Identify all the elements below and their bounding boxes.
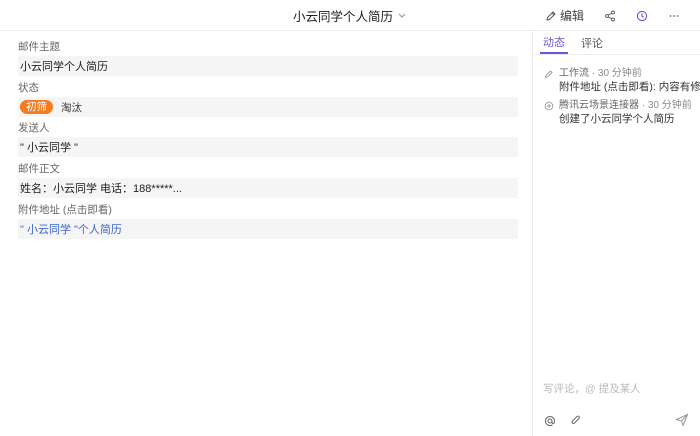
status-badge: 初筛: [20, 100, 53, 114]
status-badge: 淘汰: [61, 101, 82, 114]
field-sender: 发送人 " 小云同学 ": [18, 122, 518, 157]
activity-meta: 腾讯云场景连接器 · 30 分钟前: [559, 99, 692, 112]
header-actions: 编辑: [541, 0, 684, 31]
comment-tools: [544, 415, 582, 427]
field-value: " 小云同学 ": [20, 142, 78, 154]
top-bar: 小云同学个人简历 编辑: [0, 0, 700, 31]
clock-icon: [636, 10, 648, 22]
more-icon: [668, 10, 680, 22]
side-tabs: 动态 评论: [534, 31, 700, 55]
body-value[interactable]: 姓名：小云同学 电话：188*****...: [18, 178, 518, 198]
send-icon: [675, 413, 689, 430]
edit-button[interactable]: 编辑: [541, 5, 588, 27]
share-button[interactable]: [600, 5, 620, 27]
pencil-icon: [544, 69, 554, 79]
activity-meta: 工作流 · 30 分钟前: [559, 67, 700, 80]
field-label: 邮件正文: [18, 163, 60, 175]
more-button[interactable]: [664, 5, 684, 27]
page-title: 小云同学个人简历: [292, 10, 393, 24]
plus-circle-icon: [544, 101, 554, 111]
subject-value[interactable]: 小云同学个人简历: [18, 56, 518, 76]
edit-label: 编辑: [559, 9, 584, 23]
tab-comments[interactable]: 评论: [578, 31, 606, 54]
field-status: 状态 初筛 淘汰: [18, 82, 518, 117]
activity-text: 附件地址 (点击即看): 内容有修改: [559, 81, 700, 93]
activity-author: 腾讯云场景连接器: [559, 100, 639, 111]
field-value: 小云同学个人简历: [20, 61, 108, 73]
chevron-down-icon: [397, 11, 407, 21]
attachment-icon[interactable]: [570, 415, 582, 427]
activity-item: 工作流 · 30 分钟前 附件地址 (点击即看): 内容有修改: [544, 67, 700, 94]
activity-time: · 30 分钟前: [639, 100, 692, 111]
field-attachment: 附件地址 (点击即看) " 小云同学 "个人简历: [18, 204, 518, 239]
share-icon: [604, 10, 616, 22]
activity-item: 腾讯云场景连接器 · 30 分钟前 创建了小云同学个人简历: [544, 99, 694, 126]
field-value: 姓名：小云同学 电话：188*****...: [20, 183, 182, 195]
field-body: 邮件正文 姓名：小云同学 电话：188*****...: [18, 163, 518, 198]
field-label: 发送人: [18, 122, 50, 134]
attachment-link[interactable]: " 小云同学 "个人简历: [20, 221, 122, 237]
activity-author: 工作流: [559, 68, 589, 79]
record-detail: 邮件主题 小云同学个人简历 状态 初筛 淘汰 发送人 " 小云同学 " 邮件正文…: [0, 31, 533, 436]
sender-value[interactable]: " 小云同学 ": [18, 137, 518, 157]
pencil-icon: [545, 10, 557, 22]
field-label: 附件地址 (点击即看): [18, 204, 112, 216]
field-label: 状态: [18, 82, 39, 94]
activity-time: · 30 分钟前: [589, 68, 642, 79]
field-subject: 邮件主题 小云同学个人简历: [18, 41, 518, 76]
mention-icon[interactable]: [544, 415, 556, 427]
status-value[interactable]: 初筛 淘汰: [18, 97, 518, 117]
send-button[interactable]: [674, 413, 690, 429]
history-button[interactable]: [632, 5, 652, 27]
activity-text: 创建了小云同学个人简历: [559, 113, 675, 125]
field-label: 邮件主题: [18, 41, 60, 53]
attachment-value: " 小云同学 "个人简历: [18, 219, 518, 239]
comment-input[interactable]: 写评论，@ 提及某人: [543, 381, 641, 396]
tab-activity[interactable]: 动态: [540, 31, 568, 54]
side-panel: 动态 评论 工作流 · 30 分钟前 附件地址 (点击即看): 内容有修改 腾讯…: [534, 31, 700, 436]
